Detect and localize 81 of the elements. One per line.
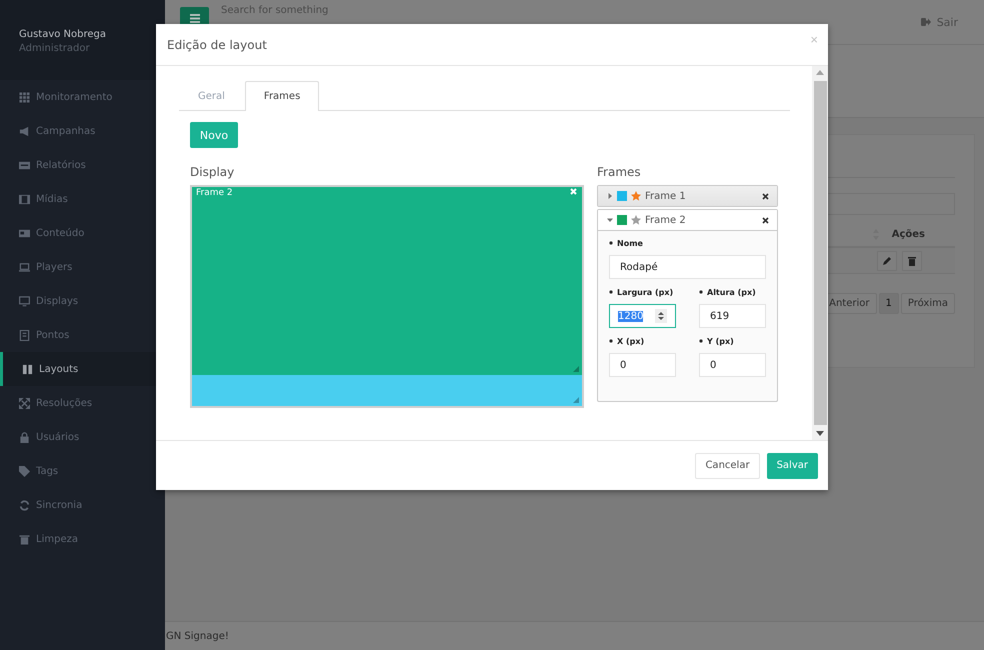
field-label: Nome <box>617 238 643 248</box>
resize-handle-icon[interactable] <box>573 397 579 403</box>
star-icon[interactable] <box>631 215 641 225</box>
scroll-down-icon[interactable] <box>816 431 824 436</box>
input-field[interactable]: 619 <box>699 304 766 328</box>
card-icon <box>19 228 30 238</box>
trash-icon <box>19 534 30 544</box>
frame-header[interactable]: Frame 1 <box>598 186 777 206</box>
close-icon[interactable] <box>762 192 769 200</box>
resize-handle-icon[interactable] <box>573 366 579 372</box>
nav-item[interactable]: Monitoramento <box>0 80 165 114</box>
table-header: Ações <box>892 228 925 240</box>
nav-item[interactable]: Sincronia <box>0 488 165 522</box>
list-icon <box>19 160 30 170</box>
lock-icon <box>19 432 30 442</box>
page-button[interactable]: 1 <box>878 293 899 314</box>
cancel-button[interactable]: Cancelar <box>695 452 760 478</box>
tab[interactable]: Frames <box>244 81 320 111</box>
frame-header[interactable]: Frame 2 <box>598 210 777 231</box>
laptop-icon <box>19 262 30 272</box>
nav-item[interactable]: Usuários <box>0 420 165 454</box>
footer-text: GN Signage! <box>166 630 229 642</box>
frame-name: Frame 1 <box>645 190 686 202</box>
number-field[interactable]: 1280 <box>609 304 676 328</box>
caret-down-icon <box>607 217 613 223</box>
exit-icon <box>920 17 931 27</box>
field-label: Y (px) <box>707 336 734 346</box>
tag-icon <box>19 466 30 476</box>
arrows-icon <box>19 398 30 408</box>
scroll-up-icon[interactable] <box>816 70 824 75</box>
scrollbar[interactable] <box>812 66 828 440</box>
new-button[interactable]: Novo <box>190 122 238 148</box>
nav-item[interactable]: Pontos <box>0 318 165 352</box>
nav-item[interactable]: Mídias <box>0 182 165 216</box>
input-field[interactable]: 0 <box>699 353 766 377</box>
close-icon[interactable] <box>762 216 769 224</box>
caret-right-icon <box>607 193 613 199</box>
required-dot-icon <box>609 241 613 245</box>
grid-icon <box>19 92 30 102</box>
document-icon <box>19 330 30 340</box>
menu-icon <box>190 14 200 22</box>
tab[interactable]: Geral <box>179 81 244 110</box>
close-button[interactable]: × <box>810 32 818 47</box>
dialog-title: Edição de layout <box>167 38 267 52</box>
field-label: Altura (px) <box>707 288 756 296</box>
delete-button[interactable] <box>902 250 922 270</box>
nav-item[interactable]: Campanhas <box>0 114 165 148</box>
frames-heading: Frames <box>597 165 642 179</box>
input-field[interactable]: Rodapé <box>609 255 766 279</box>
nav-item[interactable]: Relatórios <box>0 148 165 182</box>
input-field[interactable]: 0 <box>609 353 676 377</box>
nav-item[interactable]: Conteúdo <box>0 216 165 250</box>
display-heading: Display <box>190 165 236 179</box>
spinner-icon[interactable] <box>655 309 667 323</box>
nav-item[interactable]: Tags <box>0 454 165 488</box>
field-label: Largura (px) <box>617 288 674 296</box>
star-icon[interactable] <box>631 191 641 201</box>
columns-icon <box>22 364 33 374</box>
megaphone-icon <box>19 126 30 136</box>
required-dot-icon <box>609 339 613 343</box>
user-role: Administrador <box>19 43 91 54</box>
region-label: Frame 2 <box>196 188 233 198</box>
save-button[interactable]: Salvar <box>766 452 818 478</box>
frame-region[interactable]: Frame 2 <box>192 187 582 375</box>
required-dot-icon <box>609 290 613 294</box>
film-icon <box>19 194 30 204</box>
frame-name: Frame 2 <box>645 214 686 226</box>
trash-icon <box>908 256 916 266</box>
refresh-icon <box>19 500 30 510</box>
field-label: X (px) <box>617 336 644 346</box>
nav-item[interactable]: Displays <box>0 284 165 318</box>
nav-item[interactable]: Players <box>0 250 165 284</box>
nav-item[interactable]: Limpeza <box>0 522 165 556</box>
user-name: Gustavo Nobrega <box>19 29 108 40</box>
monitor-icon <box>19 296 30 306</box>
required-dot-icon <box>699 339 703 343</box>
edit-button[interactable] <box>877 250 897 270</box>
required-dot-icon <box>699 290 703 294</box>
nav-item[interactable]: Resoluções <box>0 386 165 420</box>
pencil-icon <box>882 256 892 265</box>
next-button[interactable]: Próxima <box>900 293 955 314</box>
